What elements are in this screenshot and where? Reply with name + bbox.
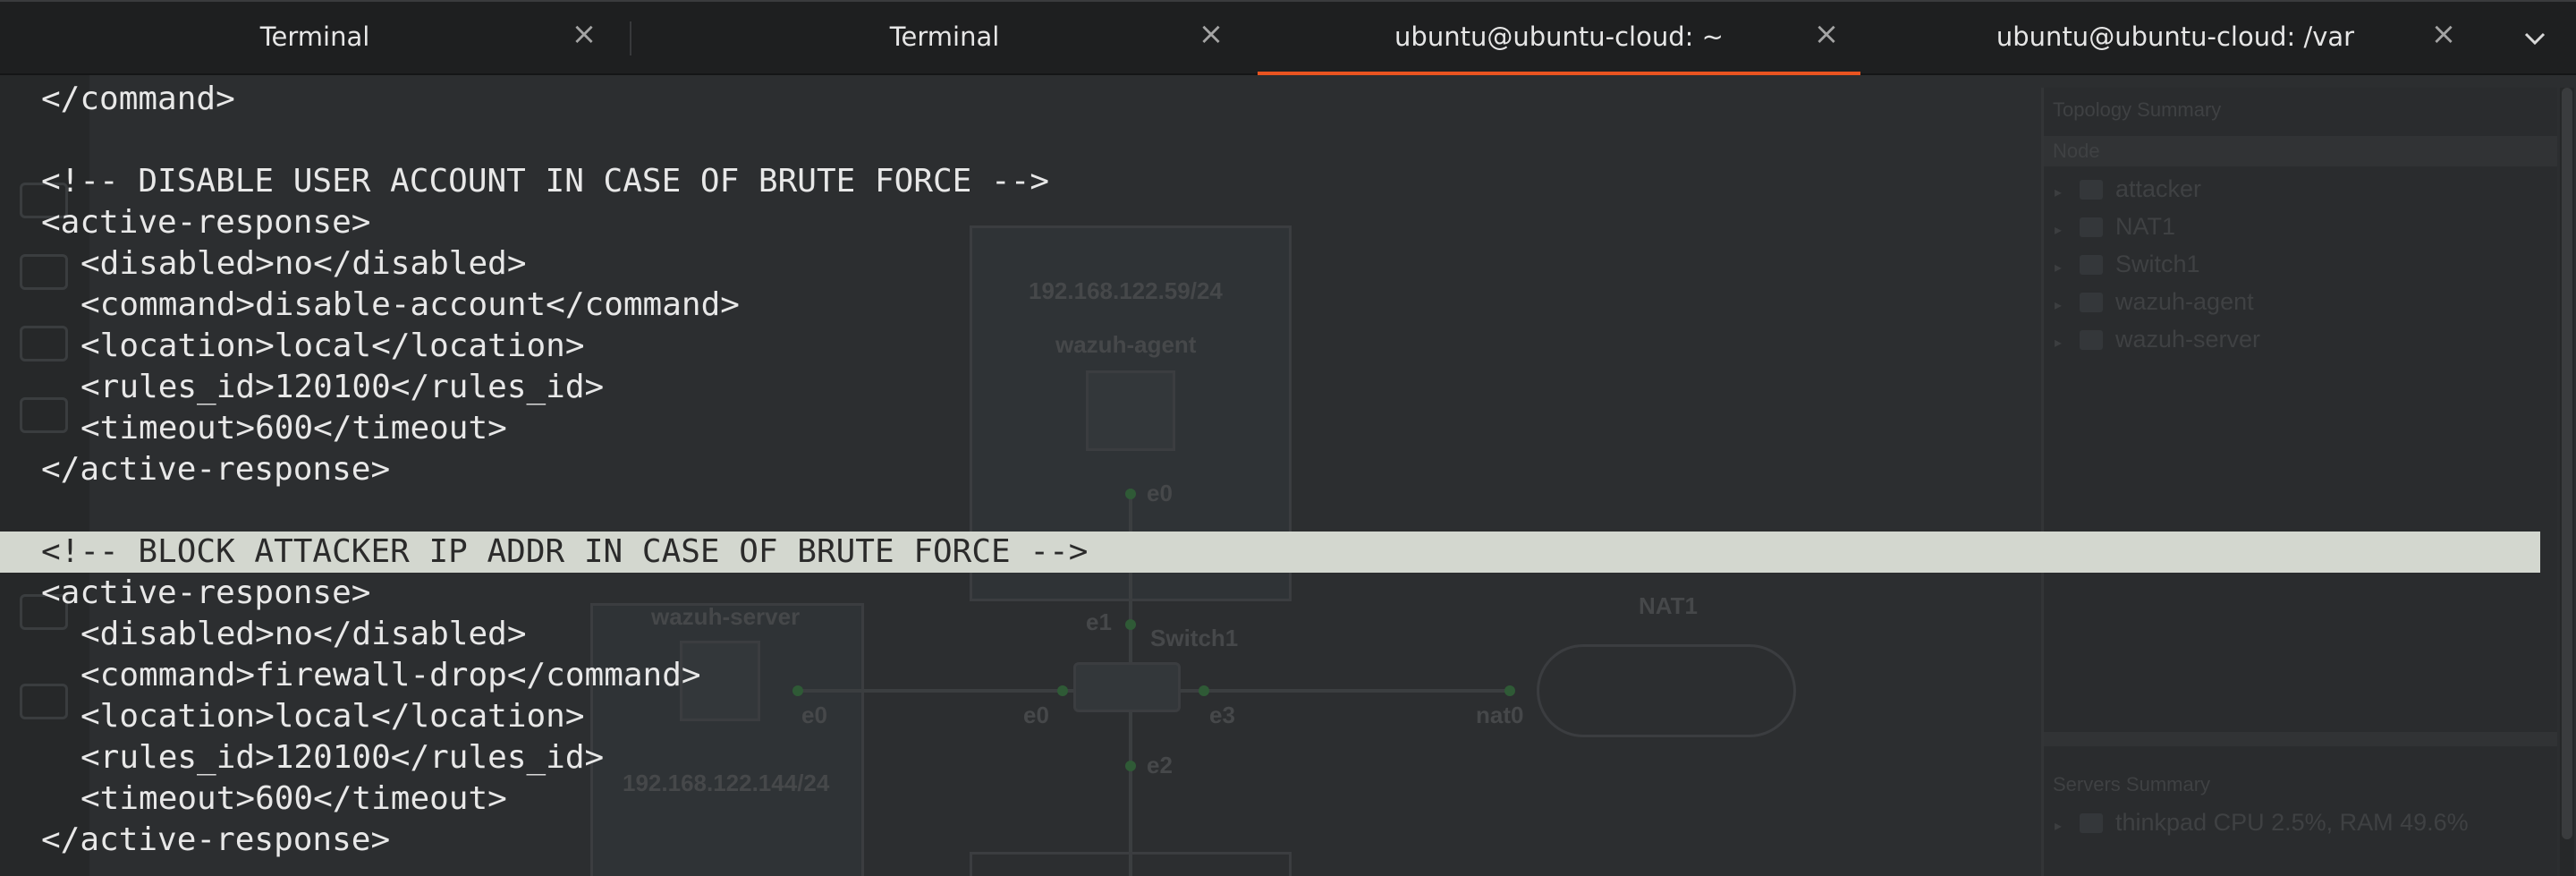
server-name-label: wazuh-server [651,603,801,630]
expand-icon: ▸ [2055,185,2063,200]
switch-port-label: e2 [1147,752,1173,778]
tab-label: ubuntu@ubuntu-cloud: ~ [1394,21,1724,52]
panel-header: Node [2044,136,2557,166]
terminal-line: </active-response> [41,821,391,858]
tab-ubuntu-var[interactable]: ubuntu@ubuntu-cloud: /var × [1862,2,2488,75]
link-status-dot [1125,619,1136,630]
panel-title: Topology Summary [2053,98,2222,121]
switch-port-label: e1 [1086,608,1112,635]
node-icon [2080,293,2103,312]
link-status-dot [1125,761,1136,771]
terminal-line: <!-- DISABLE USER ACCOUNT IN CASE OF BRU… [41,163,1050,200]
terminal-line: <location>local</location> [80,327,585,364]
server-row: ▸ thinkpad CPU 2.5%, RAM 49.6% [2055,809,2469,836]
panel-scrollbar [2044,732,2557,746]
cable-icon [20,684,68,719]
nat-name-label: NAT1 [1639,592,1698,619]
nat-port-label: nat0 [1476,702,1524,728]
column-header: Node [2053,140,2100,162]
switch-icon [20,254,68,290]
close-icon[interactable]: × [1197,19,1225,49]
tree-node-row: ▸ wazuh-server [2055,326,2261,353]
tree-node-row: ▸ wazuh-agent [2055,288,2254,315]
terminal-line: <active-response> [41,574,371,611]
expand-icon: ▸ [2055,223,2063,238]
node-icon [2080,330,2103,350]
link-status-dot [1504,685,1515,696]
close-icon[interactable]: × [570,19,598,49]
terminal-line: <disabled>no</disabled> [80,616,527,652]
node-icon [2080,217,2103,237]
close-icon[interactable]: × [2429,19,2458,49]
terminal-line: <rules_id>120100</rules_id> [80,739,605,776]
tree-node-row: ▸ Switch1 [2055,251,2200,277]
play-icon [20,397,68,433]
terminal-line-selected: <!-- BLOCK ATTACKER IP ADDR IN CASE OF B… [41,533,1089,570]
agent-port-label: e0 [1147,480,1173,506]
topology-summary-panel: Topology Summary Node ▸ attacker ▸ NAT1 ▸ S… [2041,88,2557,876]
terminal-line: </command> [41,81,235,117]
tab-terminal-2[interactable]: Terminal × [631,2,1258,75]
tree-node-row: ▸ NAT1 [2055,213,2176,240]
server-port-label: e0 [801,702,827,728]
tab-label: ubuntu@ubuntu-cloud: /var [1996,21,2355,52]
link-status-dot [792,685,803,696]
switch-port-label: e0 [1023,702,1049,728]
link-status-dot [1057,685,1068,696]
chevron-down-icon[interactable] [2521,25,2549,52]
expand-icon: ▸ [2055,260,2063,276]
terminal-line: <timeout>600</timeout> [80,780,507,817]
terminal-line: </active-response> [41,451,391,488]
tab-label: Terminal [259,21,370,52]
link-status-dot [1125,489,1136,499]
tab-terminal-1[interactable]: Terminal × [0,2,630,75]
node-icon [2080,255,2103,275]
switch-port-label: e3 [1209,702,1235,728]
terminal-line: <rules_id>120100</rules_id> [80,369,605,405]
expand-icon: ▸ [2055,819,2063,834]
tab-label: Terminal [889,21,1000,52]
switch-icon [1073,662,1181,712]
end-device-icon [20,326,68,361]
panel-title: Servers Summary [2053,773,2211,795]
agent-ip-label: 192.168.122.59/24 [1029,277,1223,304]
expand-icon: ▸ [2055,298,2063,313]
tab-bar: Terminal × Terminal × ubuntu@ubuntu-clou… [0,0,2576,77]
cloud-icon [1537,644,1796,737]
close-icon[interactable]: × [1812,19,1841,49]
tree-node-row: ▸ attacker [2055,175,2202,202]
attacker-node [970,852,1292,876]
tab-ubuntu-home[interactable]: ubuntu@ubuntu-cloud: ~ × [1258,2,1860,77]
switch-name-label: Switch1 [1150,625,1239,651]
link-status-dot [1199,685,1209,696]
server-icon [2080,813,2103,833]
terminal-line: <command>disable-account</command> [80,286,740,323]
expand-icon: ▸ [2055,336,2063,351]
terminal-line: <timeout>600</timeout> [80,410,507,447]
terminal-line: <location>local</location> [80,698,585,735]
terminal-line: <command>firewall-drop</command> [80,657,701,693]
agent-name-label: wazuh-agent [1055,331,1197,358]
computer-icon [1086,370,1175,451]
scrollbar-thumb[interactable] [2562,88,2572,839]
terminal-view[interactable]: 192.168.122.59/24 wazuh-agent e0 wazuh-s… [0,75,2576,876]
terminal-line: <disabled>no</disabled> [80,245,527,282]
terminal-window: Terminal × Terminal × ubuntu@ubuntu-clou… [0,0,2576,876]
terminal-line: <active-response> [41,204,371,241]
node-icon [2080,180,2103,200]
server-ip-label: 192.168.122.144/24 [623,770,830,796]
